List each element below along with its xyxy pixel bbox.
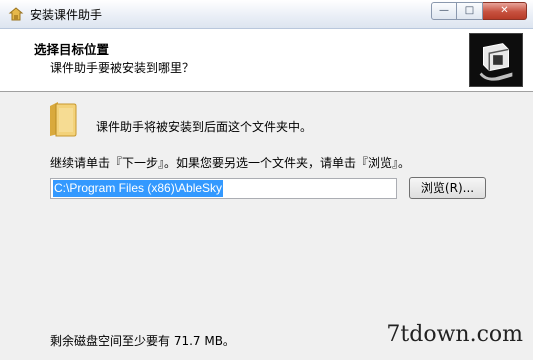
maximize-button[interactable]: □: [457, 2, 483, 20]
instruction-text: 继续请单击『下一步』。如果您要另选一个文件夹，请单击『浏览』。: [50, 156, 411, 170]
window-title: 安装课件助手: [30, 8, 103, 22]
wizard-header: 选择目标位置 课件助手要被安装到哪里？: [0, 29, 533, 92]
title-bar: 安装课件助手 — □ ✕: [0, 0, 533, 29]
installer-logo-icon: [469, 33, 523, 87]
installer-icon: [8, 7, 24, 21]
install-path-value: C:\Program Files (x86)\AbleSky: [53, 180, 224, 197]
browse-button[interactable]: 浏览(R)...: [409, 177, 486, 199]
minimize-button[interactable]: —: [431, 2, 457, 20]
install-path-input[interactable]: C:\Program Files (x86)\AbleSky: [50, 178, 397, 199]
install-info-text: 课件助手将被安装到后面这个文件夹中。: [96, 120, 313, 134]
window-controls: — □ ✕: [431, 2, 527, 20]
watermark: 7tdown.com: [386, 322, 523, 347]
page-title: 选择目标位置: [34, 42, 110, 57]
folder-icon: [50, 102, 77, 137]
page-subtitle: 课件助手要被安装到哪里？: [50, 61, 195, 75]
close-button[interactable]: ✕: [483, 2, 527, 20]
disk-space-text: 剩余磁盘空间至少要有 71.7 MB。: [50, 334, 235, 348]
